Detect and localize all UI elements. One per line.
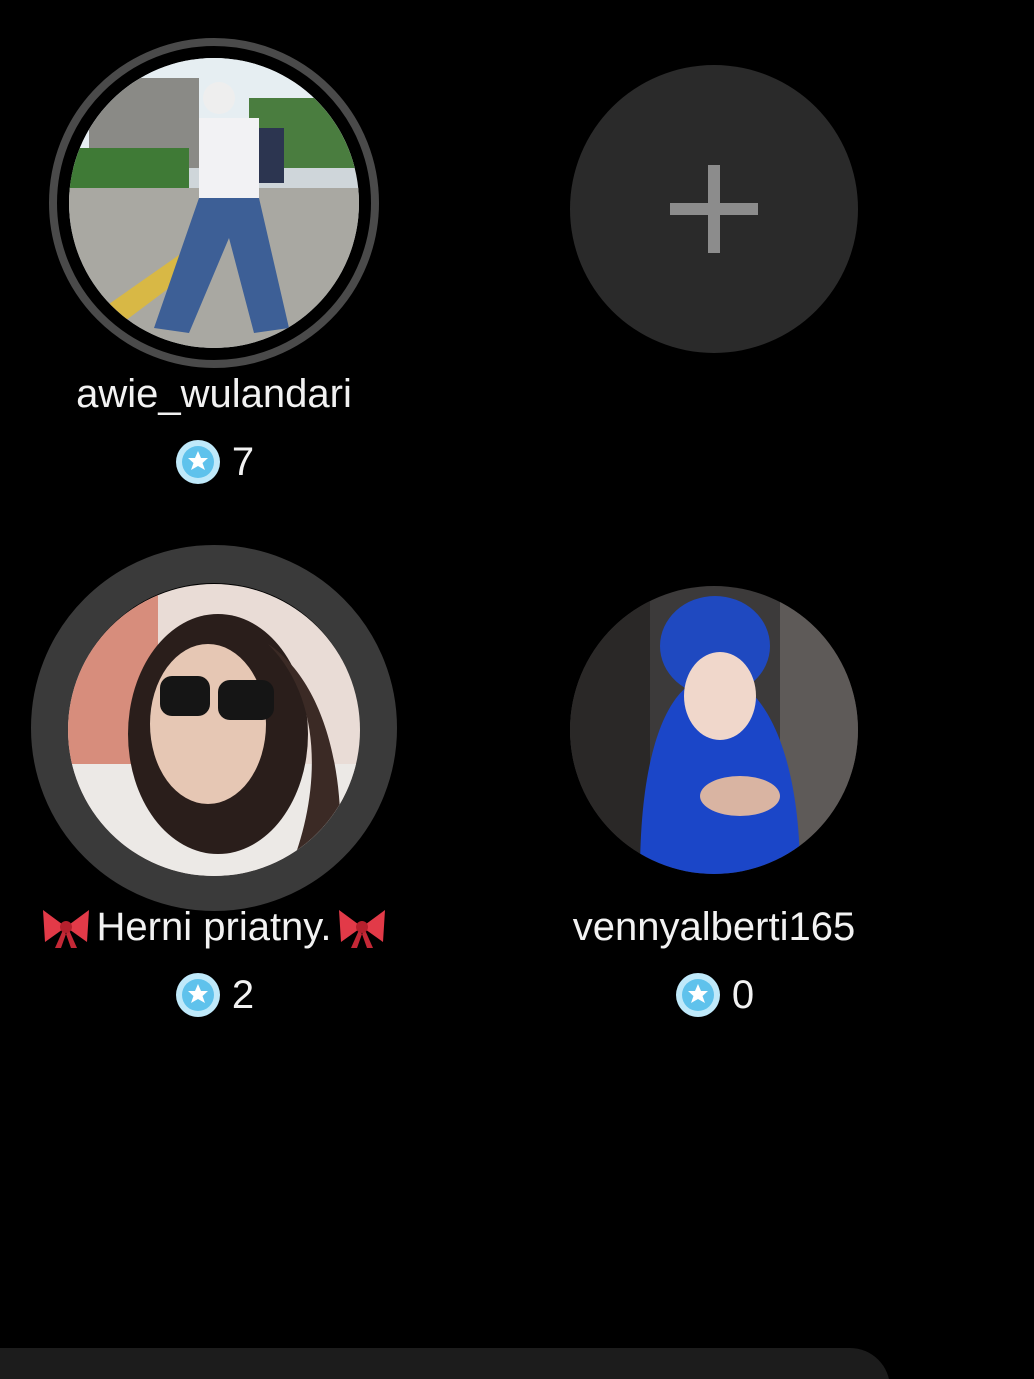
guest-slot-venny[interactable]: vennyalberti165 0 [494,565,934,1019]
plus-icon [670,165,758,253]
username-label: awie_wulandari [76,370,352,418]
avatar[interactable] [68,584,360,876]
star-badge-icon [675,973,720,1017]
score-row: 2 [174,971,254,1019]
username-label: vennyalberti165 [573,903,855,951]
avatar[interactable] [69,58,359,348]
avatar-photo [570,586,858,874]
star-badge-icon [175,973,220,1017]
username-text: awie_wulandari [76,372,352,416]
avatar-photo [68,584,360,876]
username-text: vennyalberti165 [572,905,856,949]
star-badge-icon [175,440,220,484]
ribbon-bow-icon [42,910,89,948]
avatar-container [24,38,404,368]
add-guest-button[interactable] [570,65,858,353]
bottom-sheet-edge [0,1348,890,1379]
score-value: 7 [231,440,255,484]
score-row: 7 [174,438,254,486]
guest-grid: awie_wulandari 7 Herni priatny. 2 vennya… [0,0,1034,1379]
avatar-photo [69,58,359,348]
avatar-container [24,545,404,911]
score-value: 0 [731,973,755,1017]
ribbon-bow-icon [339,910,386,948]
guest-slot-herni[interactable]: Herni priatny. 2 [0,545,434,1019]
avatar-container [524,565,904,895]
guest-slot-awie[interactable]: awie_wulandari 7 [0,38,434,486]
score-row: 0 [674,971,754,1019]
avatar[interactable] [570,586,858,874]
score-value: 2 [231,973,255,1017]
